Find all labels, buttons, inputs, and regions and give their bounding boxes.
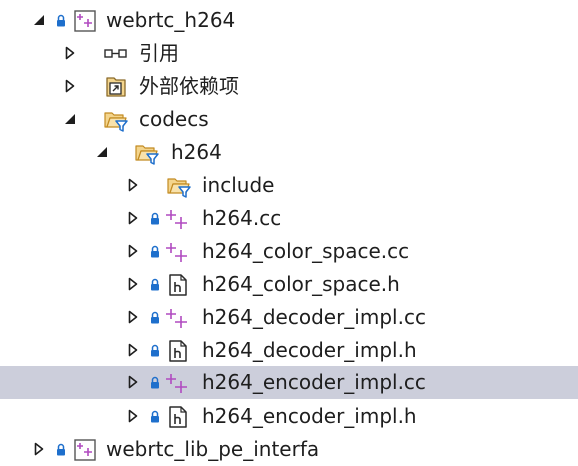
cpp-project-icon: [73, 9, 97, 33]
collapsed-arrow-icon[interactable]: [127, 277, 139, 291]
tree-item-references[interactable]: 引用: [0, 37, 578, 70]
cpp-file-icon: [166, 306, 190, 330]
collapsed-arrow-icon[interactable]: [127, 375, 139, 389]
lock-icon: [150, 376, 160, 389]
tree-item-file[interactable]: h264_decoder_impl.h: [0, 334, 578, 367]
tree-item-label: h264_decoder_impl.cc: [202, 305, 426, 329]
collapsed-arrow-icon[interactable]: [33, 442, 45, 456]
collapsed-arrow-icon[interactable]: [127, 310, 139, 324]
tree-item-label: webrtc_h264: [106, 8, 236, 32]
references-icon: [104, 42, 128, 66]
tree-item-label: 外部依赖项: [139, 74, 239, 98]
lock-icon: [56, 14, 66, 27]
tree-item-file[interactable]: h264.cc: [0, 202, 578, 235]
lock-icon: [150, 245, 160, 258]
tree-item-label: include: [202, 173, 275, 197]
tree-item-file[interactable]: h264_color_space.h: [0, 268, 578, 301]
tree-item-project[interactable]: webrtc_h264: [0, 4, 578, 37]
collapsed-arrow-icon[interactable]: [64, 79, 76, 93]
tree-item-project-partial[interactable]: webrtc_lib_pe_interfa: [0, 433, 578, 466]
tree-item-codecs[interactable]: codecs: [0, 103, 578, 136]
collapsed-arrow-icon[interactable]: [127, 178, 139, 192]
tree-item-external-dependencies[interactable]: 外部依赖项: [0, 70, 578, 103]
tree-item-h264-folder[interactable]: h264: [0, 136, 578, 169]
collapsed-arrow-icon[interactable]: [64, 46, 76, 60]
lock-icon: [150, 278, 160, 291]
filter-folder-icon: [104, 108, 128, 132]
header-file-icon: [166, 273, 190, 297]
collapsed-arrow-icon[interactable]: [127, 244, 139, 258]
tree-item-label: h264_encoder_impl.h: [202, 404, 417, 428]
lock-icon: [150, 344, 160, 357]
tree-item-label: h264: [171, 140, 222, 164]
expanded-arrow-icon[interactable]: [33, 13, 45, 27]
collapsed-arrow-icon[interactable]: [127, 211, 139, 225]
tree-item-file[interactable]: h264_color_space.cc: [0, 235, 578, 268]
cpp-file-icon: [166, 240, 190, 264]
tree-item-label: webrtc_lib_pe_interfa: [106, 437, 320, 461]
cpp-project-icon: [73, 438, 97, 462]
lock-icon: [150, 212, 160, 225]
expanded-arrow-icon[interactable]: [96, 145, 108, 159]
tree-item-label: h264_color_space.cc: [202, 239, 410, 263]
tree-item-label: h264_encoder_impl.cc: [202, 370, 426, 394]
tree-item-file-selected[interactable]: h264_encoder_impl.cc: [0, 366, 578, 399]
tree-item-label: h264_decoder_impl.h: [202, 338, 417, 362]
tree-item-file[interactable]: h264_decoder_impl.cc: [0, 301, 578, 334]
cpp-file-icon: [166, 207, 190, 231]
tree-item-file[interactable]: h264_encoder_impl.h: [0, 400, 578, 433]
tree-item-include-folder[interactable]: include: [0, 169, 578, 202]
tree-item-label: codecs: [139, 107, 209, 131]
filter-folder-icon: [135, 141, 159, 165]
external-dependencies-icon: [104, 75, 128, 99]
expanded-arrow-icon[interactable]: [64, 112, 76, 126]
tree-item-label: h264_color_space.h: [202, 272, 400, 296]
header-file-icon: [166, 339, 190, 363]
lock-icon: [150, 410, 160, 423]
filter-folder-icon: [167, 174, 191, 198]
cpp-file-icon: [166, 371, 190, 395]
lock-icon: [150, 311, 160, 324]
collapsed-arrow-icon[interactable]: [127, 343, 139, 357]
tree-item-label: h264.cc: [202, 206, 282, 230]
tree-item-label: 引用: [139, 41, 179, 65]
header-file-icon: [166, 405, 190, 429]
solution-explorer-tree: webrtc_h264 引用 外部依赖项 codecs h264 include…: [0, 0, 578, 461]
collapsed-arrow-icon[interactable]: [127, 409, 139, 423]
